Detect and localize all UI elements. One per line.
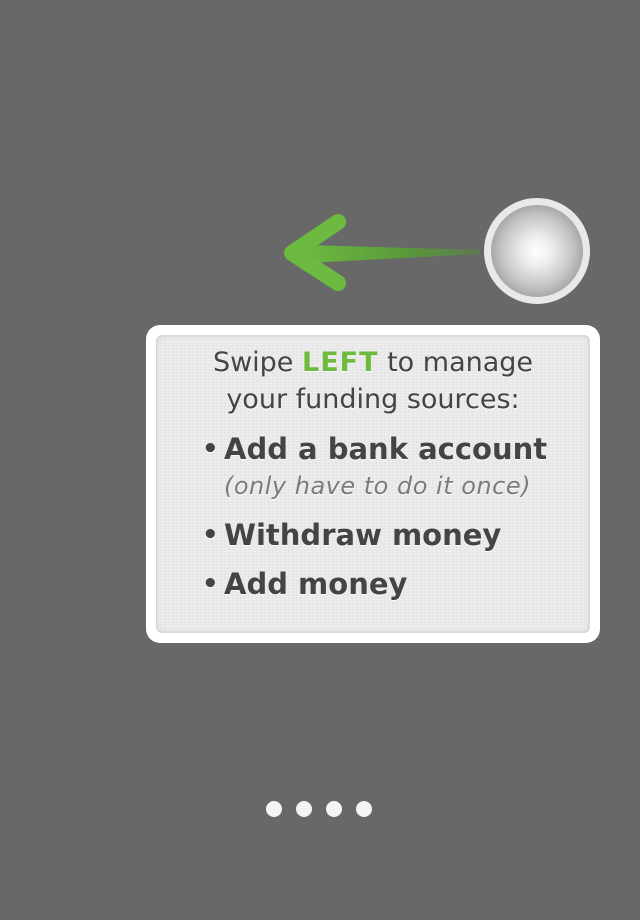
bullet-icon: • xyxy=(202,434,219,464)
page-dot[interactable] xyxy=(296,801,312,817)
feature-label: Withdraw money xyxy=(224,518,502,552)
touch-point-icon xyxy=(484,198,590,304)
page-dot[interactable] xyxy=(356,801,372,817)
feature-label: Add a bank account xyxy=(224,432,548,466)
bullet-icon: • xyxy=(202,569,219,599)
headline-prefix: Swipe xyxy=(212,347,302,378)
headline-line-1: Swipe LEFT to manage xyxy=(156,344,590,381)
bullet-icon: • xyxy=(202,520,219,550)
headline-accent-word: LEFT xyxy=(302,347,379,378)
page-dot[interactable] xyxy=(326,801,342,817)
feature-item-add-money: • Add money xyxy=(202,566,590,602)
feature-note: (only have to do it once) xyxy=(224,472,531,500)
tutorial-card-content: Swipe LEFT to manage your funding source… xyxy=(156,335,590,633)
page-indicator[interactable] xyxy=(266,801,372,817)
feature-item-withdraw: • Withdraw money xyxy=(202,517,590,553)
feature-list: • Add a bank account (only have to do it… xyxy=(156,431,590,602)
arrow-left-icon xyxy=(284,214,480,291)
page-dot[interactable] xyxy=(266,801,282,817)
tutorial-card: Swipe LEFT to manage your funding source… xyxy=(146,325,600,643)
headline-line-2: your funding sources: xyxy=(226,384,520,415)
feature-label: Add money xyxy=(224,567,408,601)
feature-item-add-bank: • Add a bank account (only have to do it… xyxy=(202,431,590,505)
tutorial-headline: Swipe LEFT to manage your funding source… xyxy=(156,335,590,418)
headline-suffix: to manage xyxy=(378,347,534,378)
